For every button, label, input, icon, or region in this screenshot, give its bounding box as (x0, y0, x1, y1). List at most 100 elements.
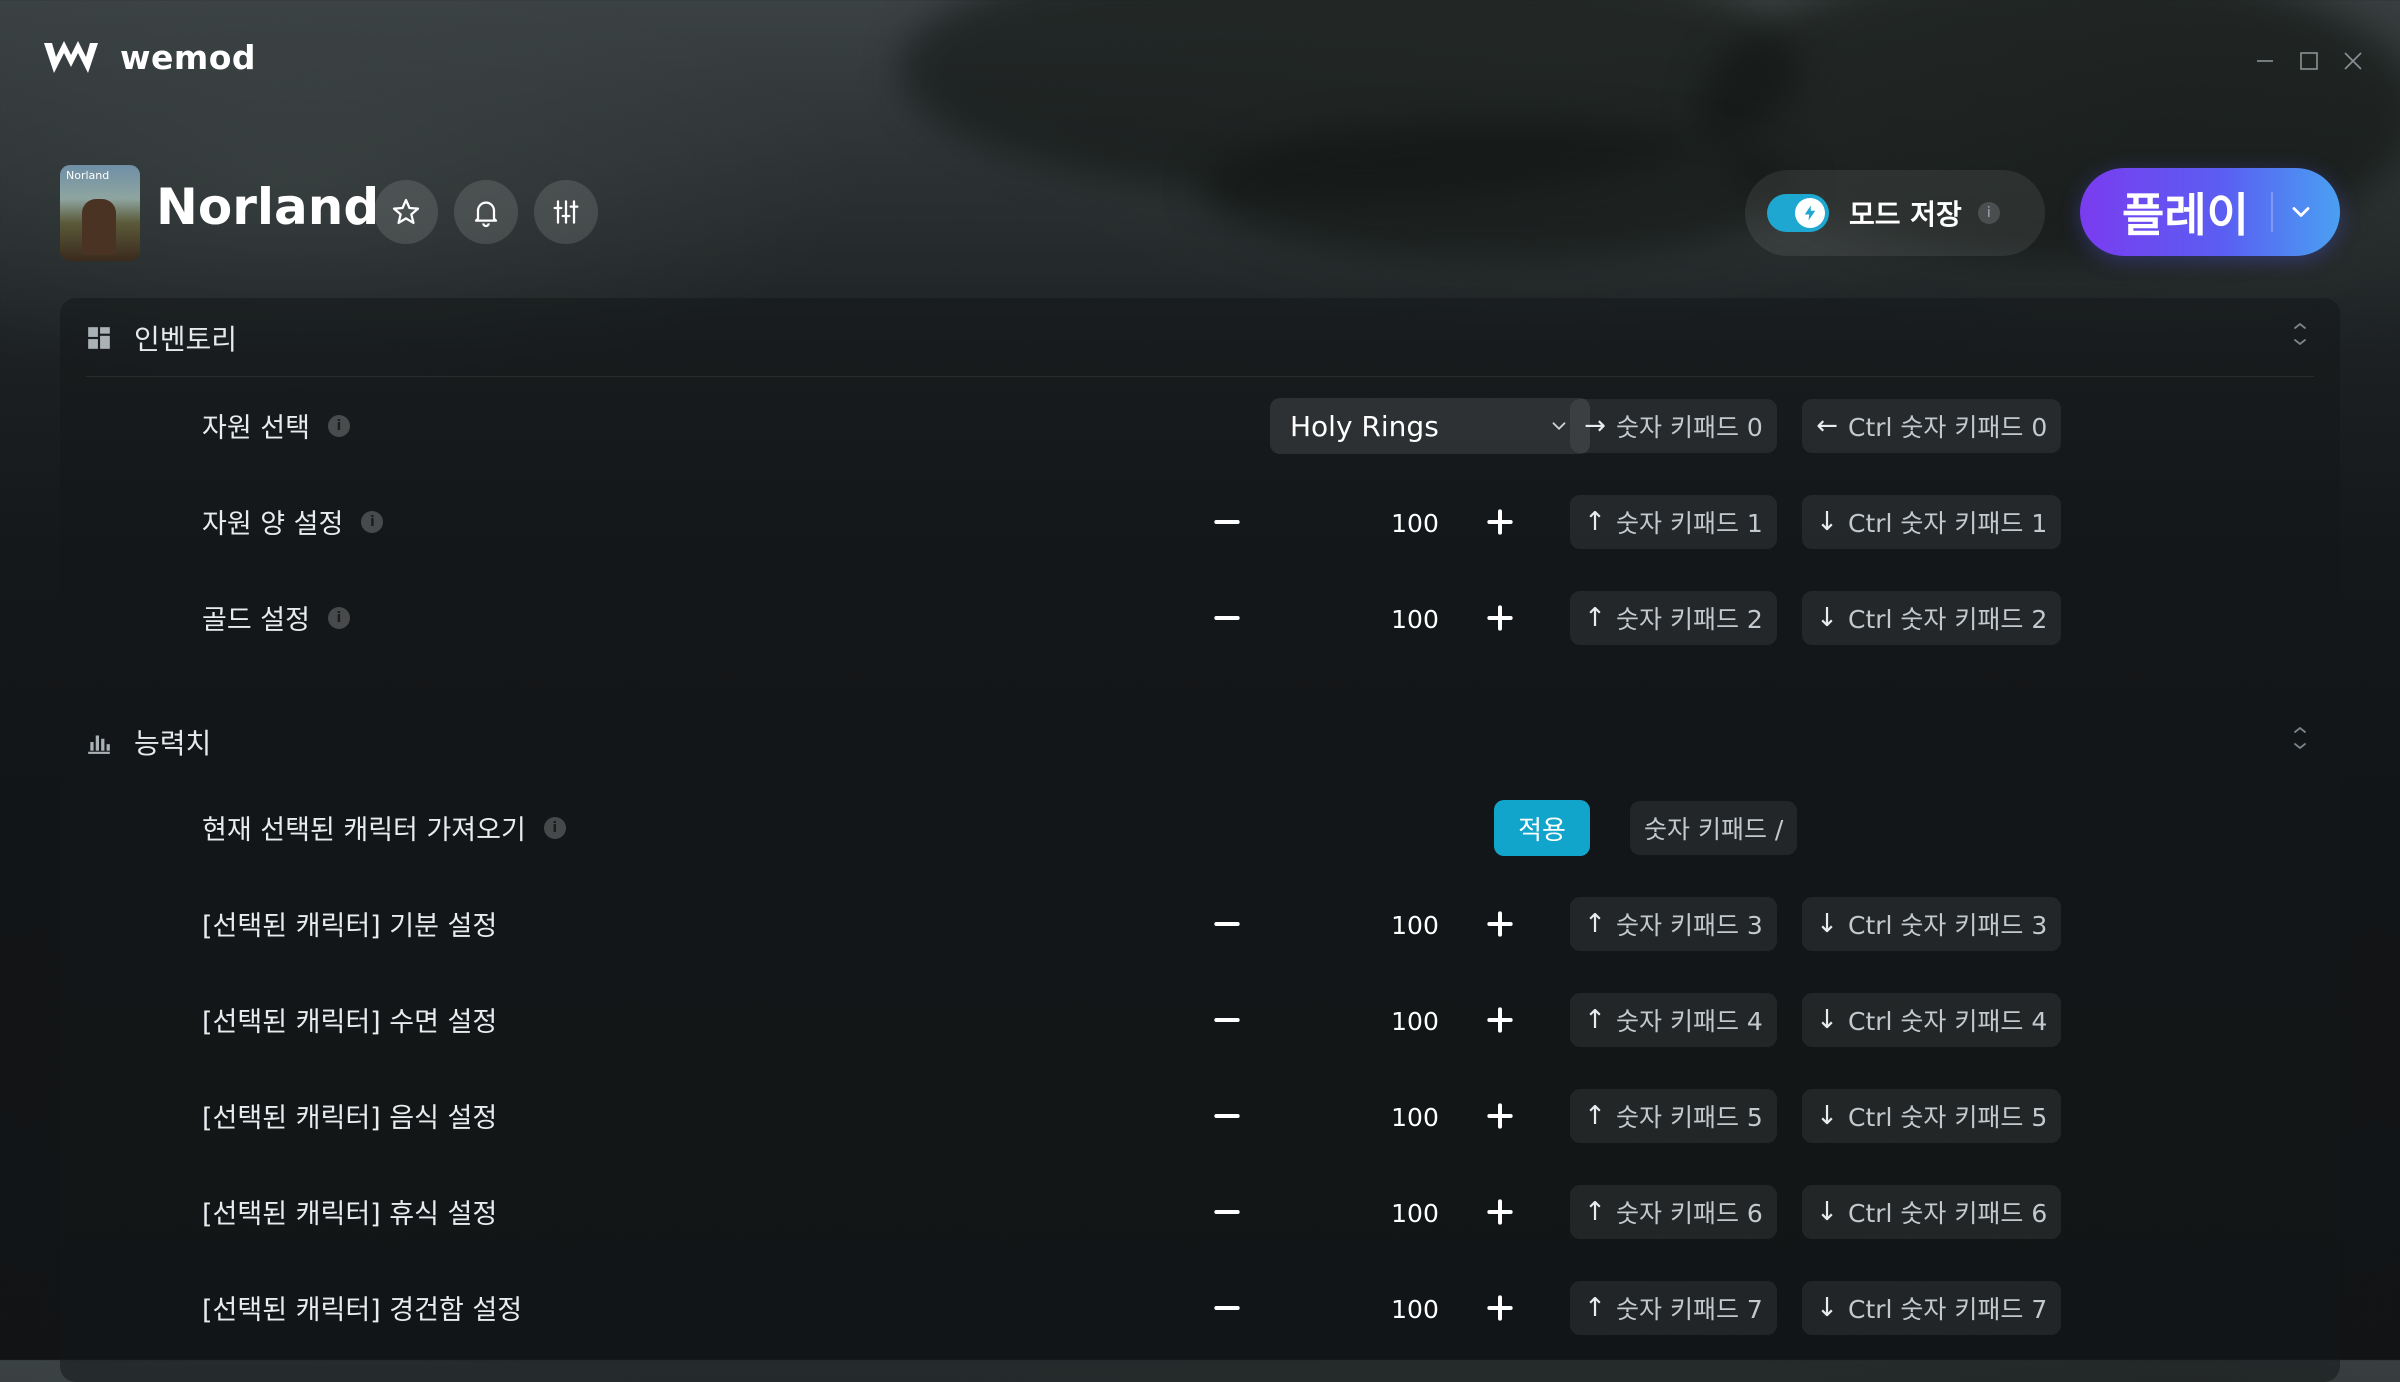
hotkey-decrease[interactable]: ↓ Ctrl 숫자 키패드 1 (1802, 495, 2062, 549)
mod-save-control: 모드 저장 i (1745, 170, 2045, 256)
game-settings-button[interactable] (534, 180, 598, 244)
decrement-button[interactable] (1205, 998, 1249, 1042)
apply-button[interactable]: 적용 (1494, 800, 1590, 856)
stepper-value: 100 (1391, 509, 1439, 538)
hotkey-increase[interactable]: ↑ 숫자 키패드 3 (1570, 897, 1777, 951)
info-icon[interactable]: i (327, 414, 350, 437)
plus-icon (1487, 605, 1513, 631)
favorite-button[interactable] (374, 180, 438, 244)
arrow-down-icon: ↓ (1816, 1293, 1838, 1323)
arrow-up-icon: ↑ (1584, 1101, 1606, 1131)
mod-label-text: [선택된 캐릭터] 음식 설정 (202, 1103, 498, 1134)
hotkey-decrease[interactable]: ↓ Ctrl 숫자 키패드 6 (1802, 1185, 2062, 1239)
section-header[interactable]: 능력치 (86, 722, 211, 762)
bar-chart-icon (88, 735, 110, 754)
hotkey-increase[interactable]: → 숫자 키패드 0 (1570, 399, 1777, 453)
hotkey-decrease[interactable]: ↓ Ctrl 숫자 키패드 3 (1802, 897, 2062, 951)
section-header[interactable]: 인벤토리 (86, 318, 237, 358)
plus-icon (1487, 1103, 1513, 1129)
stepper-value: 100 (1391, 605, 1439, 634)
hotkey-label: Ctrl 숫자 키패드 4 (1848, 1007, 2048, 1036)
mod-save-label: 모드 저장 (1849, 198, 1962, 231)
hotkey-label: Ctrl 숫자 키패드 7 (1848, 1295, 2048, 1324)
maximize-icon[interactable] (2294, 46, 2324, 76)
minimize-icon[interactable] (2250, 46, 2280, 76)
increment-button[interactable] (1478, 1094, 1522, 1138)
hotkey-label: 숫자 키패드 5 (1616, 1103, 1763, 1132)
inventory-grid-icon (88, 327, 110, 349)
decrement-button[interactable] (1205, 1190, 1249, 1234)
stepper-value: 100 (1391, 1103, 1439, 1132)
close-icon[interactable] (2338, 46, 2368, 76)
hotkey-increase[interactable]: ↑ 숫자 키패드 6 (1570, 1185, 1777, 1239)
mod-label: [선택된 캐릭터] 기분 설정 (202, 904, 497, 943)
minus-icon (1214, 1210, 1240, 1214)
decrement-button[interactable] (1205, 500, 1249, 544)
hotkey-increase[interactable]: ↑ 숫자 키패드 5 (1570, 1089, 1777, 1143)
increment-button[interactable] (1478, 1286, 1522, 1330)
arrow-down-icon: ↓ (1816, 603, 1838, 633)
hotkey-decrease[interactable]: ↓ Ctrl 숫자 키패드 4 (1802, 993, 2062, 1047)
mod-label: [선택된 캐릭터] 휴식 설정 (202, 1192, 497, 1231)
hotkey-decrease[interactable]: ← Ctrl 숫자 키패드 0 (1802, 399, 2062, 453)
hotkey-label: 숫자 키패드 2 (1616, 605, 1763, 634)
hotkey-label: Ctrl 숫자 키패드 3 (1848, 911, 2048, 940)
hotkey-label: 숫자 키패드 7 (1616, 1295, 1763, 1324)
hotkey-label: Ctrl 숫자 키패드 1 (1848, 509, 2048, 538)
bell-icon (474, 201, 498, 228)
increment-button[interactable] (1478, 1190, 1522, 1234)
collapse-icon[interactable] (2288, 726, 2312, 750)
hotkey-apply[interactable]: 숫자 키패드 / (1630, 801, 1798, 855)
play-button-label: 플레이 (2122, 188, 2249, 242)
increment-button[interactable] (1478, 596, 1522, 640)
minus-icon (1214, 616, 1240, 620)
arrow-up-icon: ↑ (1584, 1293, 1606, 1323)
plus-icon (1487, 911, 1513, 937)
section-title: 인벤토리 (134, 323, 238, 356)
mod-label: 현재 선택된 캐릭터 가져오기 i (202, 808, 566, 847)
hotkey-increase[interactable]: ↑ 숫자 키패드 4 (1570, 993, 1777, 1047)
hotkey-decrease[interactable]: ↓ Ctrl 숫자 키패드 2 (1802, 591, 2062, 645)
hotkey-label: Ctrl 숫자 키패드 2 (1848, 605, 2048, 634)
info-icon[interactable]: i (543, 816, 566, 839)
increment-button[interactable] (1478, 998, 1522, 1042)
increment-button[interactable] (1478, 902, 1522, 946)
arrow-left-icon: ← (1816, 411, 1838, 441)
mod-label: [선택된 캐릭터] 음식 설정 (202, 1096, 497, 1135)
hotkey-increase[interactable]: ↑ 숫자 키패드 1 (1570, 495, 1777, 549)
play-button[interactable]: 플레이 (2080, 168, 2340, 256)
arrow-up-icon: ↑ (1584, 909, 1606, 939)
resource-select[interactable]: Holy Rings (1270, 398, 1590, 454)
decrement-button[interactable] (1205, 596, 1249, 640)
chevron-down-icon[interactable] (2287, 198, 2315, 226)
arrow-down-icon: ↓ (1816, 1197, 1838, 1227)
minus-icon (1214, 520, 1240, 524)
mod-save-info-icon[interactable]: i (1977, 202, 2000, 224)
hotkey-decrease[interactable]: ↓ Ctrl 숫자 키패드 7 (1802, 1281, 2062, 1335)
info-icon[interactable]: i (327, 606, 350, 629)
hotkey-increase[interactable]: ↑ 숫자 키패드 7 (1570, 1281, 1777, 1335)
collapse-icon[interactable] (2288, 322, 2312, 346)
arrow-down-icon: ↓ (1816, 909, 1838, 939)
info-icon[interactable]: i (361, 510, 384, 533)
arrow-down-icon: ↓ (1816, 507, 1838, 537)
hotkey-increase[interactable]: ↑ 숫자 키패드 2 (1570, 591, 1777, 645)
decrement-button[interactable] (1205, 902, 1249, 946)
mod-label-text: 골드 설정 (202, 605, 310, 636)
game-thumbnail-figure (82, 199, 116, 255)
arrow-up-icon: ↑ (1584, 1197, 1606, 1227)
hotkey-label: 숫자 키패드 4 (1616, 1007, 1763, 1036)
game-title: Norland (156, 178, 380, 236)
increment-button[interactable] (1478, 500, 1522, 544)
hotkey-label: Ctrl 숫자 키패드 5 (1848, 1103, 2048, 1132)
hotkey-label: 숫자 키패드 0 (1616, 413, 1763, 442)
hotkey-decrease[interactable]: ↓ Ctrl 숫자 키패드 5 (1802, 1089, 2062, 1143)
mod-save-toggle[interactable] (1767, 194, 1829, 232)
arrow-up-icon: ↑ (1584, 1005, 1606, 1035)
mod-label: 골드 설정 i (202, 598, 350, 637)
decrement-button[interactable] (1205, 1286, 1249, 1330)
hotkey-label: 숫자 키패드 1 (1616, 509, 1763, 538)
stepper-value: 100 (1391, 1007, 1439, 1036)
notifications-button[interactable] (454, 180, 518, 244)
decrement-button[interactable] (1205, 1094, 1249, 1138)
